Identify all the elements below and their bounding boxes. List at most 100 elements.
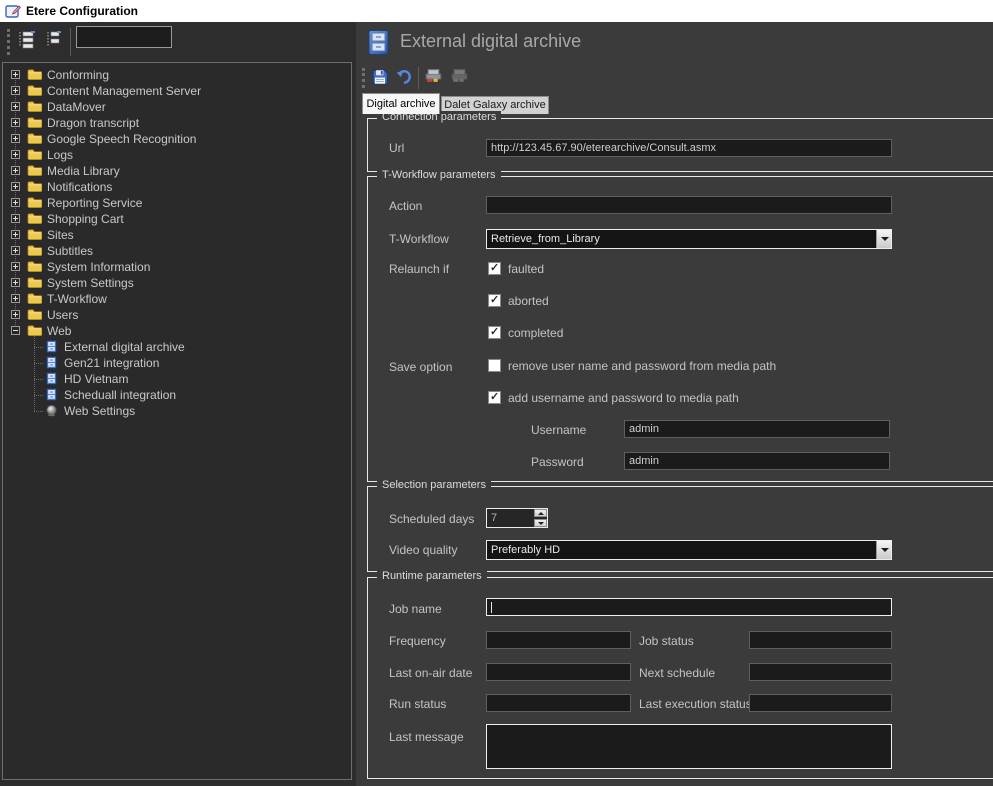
- next-schedule-input[interactable]: [749, 663, 892, 681]
- tree-item-dragon-transcript[interactable]: Dragon transcript: [3, 115, 351, 131]
- save-icon[interactable]: [371, 68, 391, 88]
- group-legend: Runtime parameters: [377, 570, 487, 582]
- tree-connector-line: [34, 347, 43, 348]
- username-input[interactable]: [624, 420, 890, 438]
- video-quality-label: Video quality: [389, 543, 458, 557]
- folder-icon: [27, 308, 42, 321]
- tree-item-gen21-integration[interactable]: Gen21 integration: [3, 355, 351, 371]
- tree-item-reporting-service[interactable]: Reporting Service: [3, 195, 351, 211]
- expand-icon[interactable]: [11, 278, 20, 287]
- tree-item-system-settings[interactable]: System Settings: [3, 275, 351, 291]
- tree-item-google-speech-recognition[interactable]: Google Speech Recognition: [3, 131, 351, 147]
- chevron-down-icon[interactable]: [876, 230, 891, 248]
- tree-item-label: Content Management Server: [47, 84, 201, 98]
- last-onair-date-input[interactable]: [486, 663, 631, 681]
- group-runtime-parameters: Runtime parameters Job name Frequency Jo…: [367, 577, 993, 779]
- expand-icon[interactable]: [11, 310, 20, 319]
- tree-item-system-information[interactable]: System Information: [3, 259, 351, 275]
- collapse-icon[interactable]: [11, 326, 20, 335]
- expand-icon[interactable]: [11, 214, 20, 223]
- chevron-down-icon[interactable]: [876, 541, 891, 559]
- tree-item-label: Conforming: [47, 68, 109, 82]
- tree-item-t-workflow[interactable]: T-Workflow: [3, 291, 351, 307]
- checkbox-checked-icon[interactable]: ✓: [488, 262, 501, 275]
- expand-icon[interactable]: [11, 70, 20, 79]
- tworkflow-selected-value: Retrieve_from_Library: [491, 230, 600, 248]
- group-legend: Selection parameters: [377, 479, 491, 491]
- expand-icon[interactable]: [11, 166, 20, 175]
- tree-item-external-digital-archive[interactable]: External digital archive: [3, 339, 351, 355]
- tworkflow-dropdown[interactable]: Retrieve_from_Library: [486, 229, 892, 249]
- tree-item-shopping-cart[interactable]: Shopping Cart: [3, 211, 351, 227]
- tree-item-web[interactable]: Web: [3, 323, 351, 339]
- password-input[interactable]: [624, 452, 890, 470]
- video-quality-dropdown[interactable]: Preferably HD: [486, 540, 892, 560]
- job-name-input[interactable]: [486, 598, 892, 616]
- run-job-icon[interactable]: [424, 68, 444, 88]
- expand-icon[interactable]: [11, 230, 20, 239]
- tree-item-sites[interactable]: Sites: [3, 227, 351, 243]
- run-status-input[interactable]: [486, 694, 631, 712]
- expand-icon[interactable]: [11, 262, 20, 271]
- undo-icon[interactable]: [395, 68, 415, 88]
- collapse-all-icon[interactable]: [44, 30, 68, 52]
- expand-all-icon[interactable]: [16, 30, 40, 52]
- tree-item-label: Reporting Service: [47, 196, 142, 210]
- checkbox-checked-icon[interactable]: ✓: [488, 326, 501, 339]
- expand-icon[interactable]: [11, 150, 20, 159]
- tree-item-web-settings[interactable]: Web Settings: [3, 403, 351, 419]
- toolbar-grip[interactable]: [362, 68, 365, 88]
- spin-down-icon[interactable]: [534, 519, 547, 527]
- folder-icon: [27, 196, 42, 209]
- checkbox-checked-icon[interactable]: ✓: [488, 391, 501, 404]
- stop-job-icon[interactable]: [450, 68, 470, 88]
- folder-icon: [27, 324, 42, 337]
- window-titlebar: Etere Configuration: [0, 0, 993, 22]
- folder-icon: [27, 260, 42, 273]
- tree-item-content-management-server[interactable]: Content Management Server: [3, 83, 351, 99]
- expand-icon[interactable]: [11, 134, 20, 143]
- checkbox-label: add username and password to media path: [508, 391, 739, 405]
- expand-icon[interactable]: [11, 246, 20, 255]
- last-message-textarea[interactable]: [486, 724, 892, 769]
- expand-icon[interactable]: [11, 198, 20, 207]
- tree-item-label: External digital archive: [64, 340, 185, 354]
- expand-icon[interactable]: [11, 86, 20, 95]
- app-icon: [5, 3, 21, 19]
- toolbar-grip[interactable]: [7, 29, 10, 55]
- checkbox-checked-icon[interactable]: ✓: [488, 294, 501, 307]
- tree-item-scheduall-integration[interactable]: Scheduall integration: [3, 387, 351, 403]
- url-input[interactable]: [486, 139, 892, 157]
- tree-item-users[interactable]: Users: [3, 307, 351, 323]
- folder-icon: [27, 100, 42, 113]
- tree-item-datamover[interactable]: DataMover: [3, 99, 351, 115]
- expand-icon[interactable]: [11, 118, 20, 127]
- folder-icon: [27, 276, 42, 289]
- job-status-input[interactable]: [749, 631, 892, 649]
- tree-search-input[interactable]: [76, 26, 172, 48]
- folder-icon: [27, 132, 42, 145]
- tree-item-label: Scheduall integration: [64, 388, 176, 402]
- main-panel: External digital archive Digital archive…: [356, 22, 993, 786]
- spin-up-icon[interactable]: [534, 509, 547, 517]
- tree-item-logs[interactable]: Logs: [3, 147, 351, 163]
- tab-digital-archive[interactable]: Digital archive: [362, 93, 440, 114]
- tree-item-subtitles[interactable]: Subtitles: [3, 243, 351, 259]
- frequency-input[interactable]: [486, 631, 631, 649]
- tree-item-hd-vietnam[interactable]: HD Vietnam: [3, 371, 351, 387]
- tree-item-notifications[interactable]: Notifications: [3, 179, 351, 195]
- scheduled-days-stepper[interactable]: 7: [486, 508, 548, 528]
- tree-item-label: Dragon transcript: [47, 116, 139, 130]
- action-input[interactable]: [486, 196, 892, 214]
- expand-icon[interactable]: [11, 102, 20, 111]
- expand-icon[interactable]: [11, 294, 20, 303]
- tree-item-media-library[interactable]: Media Library: [3, 163, 351, 179]
- tree-item-label: Google Speech Recognition: [47, 132, 196, 146]
- checkbox-unchecked-icon[interactable]: [488, 359, 501, 372]
- folder-icon: [27, 244, 42, 257]
- tree-item-conforming[interactable]: Conforming: [3, 67, 351, 83]
- checkbox-label: aborted: [508, 294, 549, 308]
- last-execution-status-input[interactable]: [749, 694, 892, 712]
- tree-toolbar: [0, 22, 356, 62]
- expand-icon[interactable]: [11, 182, 20, 191]
